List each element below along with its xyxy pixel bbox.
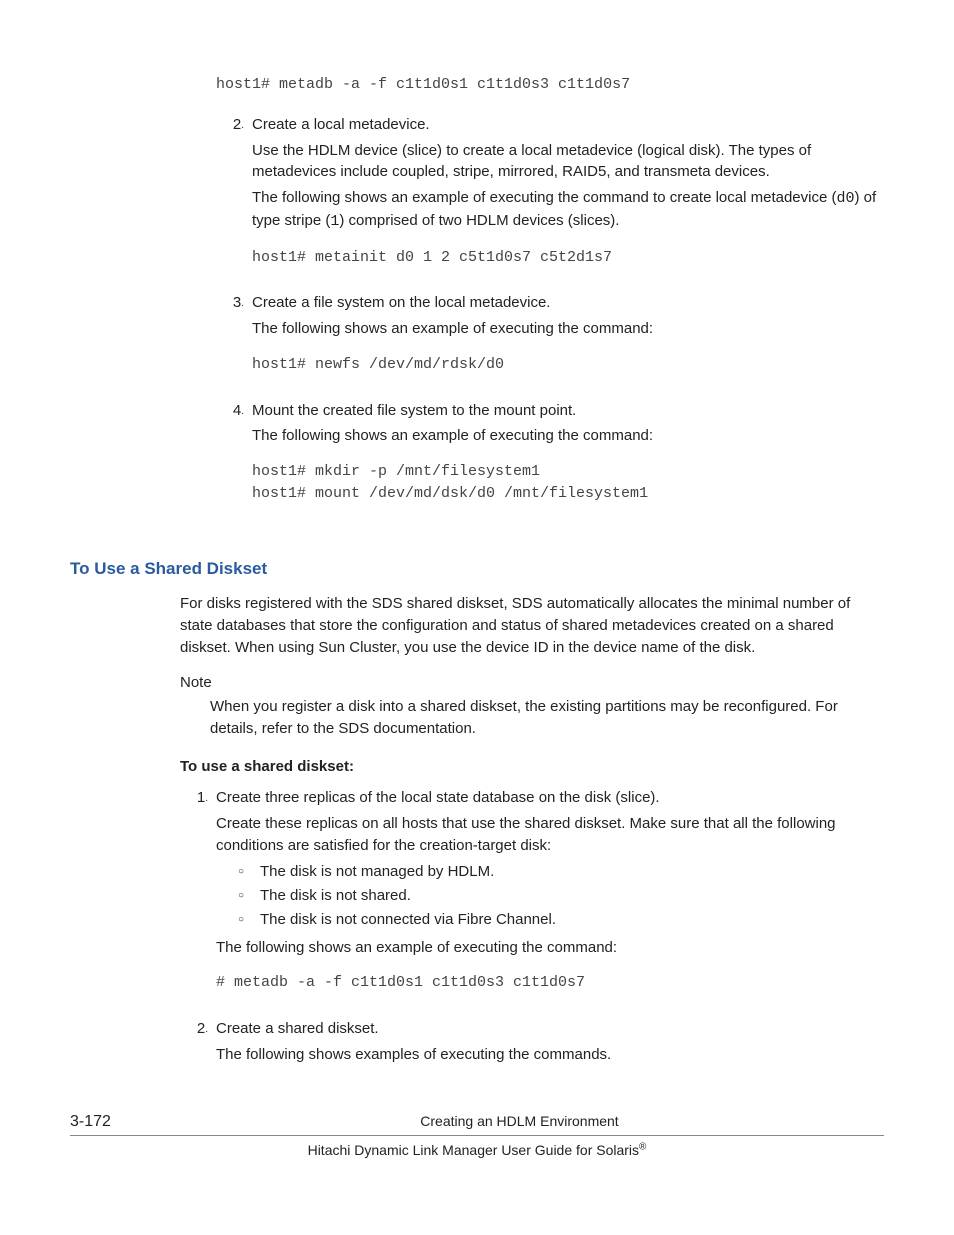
list-item-2: 2. Create a shared diskset. The followin…: [180, 1018, 884, 1070]
step-title: Create three replicas of the local state…: [216, 787, 884, 809]
bullet-text: The disk is not shared.: [260, 885, 411, 907]
list-item-1: 1. Create three replicas of the local st…: [180, 787, 884, 1012]
page-number: 3-172: [70, 1110, 215, 1133]
note-label: Note: [180, 672, 884, 694]
paragraph: For disks registered with the SDS shared…: [180, 593, 884, 658]
paragraph: Create these replicas on all hosts that …: [216, 813, 884, 857]
bullet-text: The disk is not connected via Fibre Chan…: [260, 909, 556, 931]
bullet-item: ○ The disk is not managed by HDLM.: [238, 861, 884, 883]
step-title: Mount the created file system to the mou…: [252, 400, 884, 422]
content-area: host1# metadb -a -f c1t1d0s1 c1t1d0s3 c1…: [216, 74, 884, 523]
code-block: host1# mkdir -p /mnt/filesystem1 host1# …: [252, 461, 884, 505]
section-heading-shared-diskset: To Use a Shared Diskset: [70, 557, 884, 582]
paragraph: Use the HDLM device (slice) to create a …: [252, 140, 884, 184]
bullet-item: ○ The disk is not shared.: [238, 885, 884, 907]
list-item-4: 4. Mount the created file system to the …: [216, 400, 884, 523]
code-block: host1# metainit d0 1 2 c5t1d0s7 c5t2d1s7: [252, 247, 884, 269]
paragraph: The following shows examples of executin…: [216, 1044, 884, 1066]
bullet-icon: ○: [238, 861, 260, 883]
page-footer: 3-172 Creating an HDLM Environment Hitac…: [70, 1110, 884, 1160]
note-body: When you register a disk into a shared d…: [210, 696, 884, 740]
registered-symbol: ®: [639, 1141, 646, 1152]
code-block: host1# newfs /dev/md/rdsk/d0: [252, 354, 884, 376]
step-title: Create a shared diskset.: [216, 1018, 884, 1040]
paragraph: The following shows an example of execut…: [252, 187, 884, 233]
bullet-text: The disk is not managed by HDLM.: [260, 861, 494, 883]
bullet-item: ○ The disk is not connected via Fibre Ch…: [238, 909, 884, 931]
inline-code: d0: [836, 190, 854, 207]
footer-chapter-title: Creating an HDLM Environment: [215, 1111, 824, 1131]
code-block-1: host1# metadb -a -f c1t1d0s1 c1t1d0s3 c1…: [216, 74, 884, 96]
step-title: Create a local metadevice.: [252, 114, 884, 136]
procedure-heading: To use a shared diskset:: [180, 756, 884, 778]
list-item-2: 2. Create a local metadevice. Use the HD…: [216, 114, 884, 287]
footer-doc-title: Hitachi Dynamic Link Manager User Guide …: [70, 1140, 884, 1160]
paragraph: The following shows an example of execut…: [252, 318, 884, 340]
step-title: Create a file system on the local metade…: [252, 292, 884, 314]
bullet-icon: ○: [238, 885, 260, 907]
bullet-icon: ○: [238, 909, 260, 931]
list-number: 2.: [216, 114, 252, 287]
paragraph: The following shows an example of execut…: [216, 937, 884, 959]
list-number: 2.: [180, 1018, 216, 1070]
section-body: For disks registered with the SDS shared…: [180, 593, 884, 1070]
list-item-3: 3. Create a file system on the local met…: [216, 292, 884, 393]
list-number: 3.: [216, 292, 252, 393]
list-number: 1.: [180, 787, 216, 1012]
list-number: 4.: [216, 400, 252, 523]
code-block: # metadb -a -f c1t1d0s1 c1t1d0s3 c1t1d0s…: [216, 972, 884, 994]
paragraph: The following shows an example of execut…: [252, 425, 884, 447]
